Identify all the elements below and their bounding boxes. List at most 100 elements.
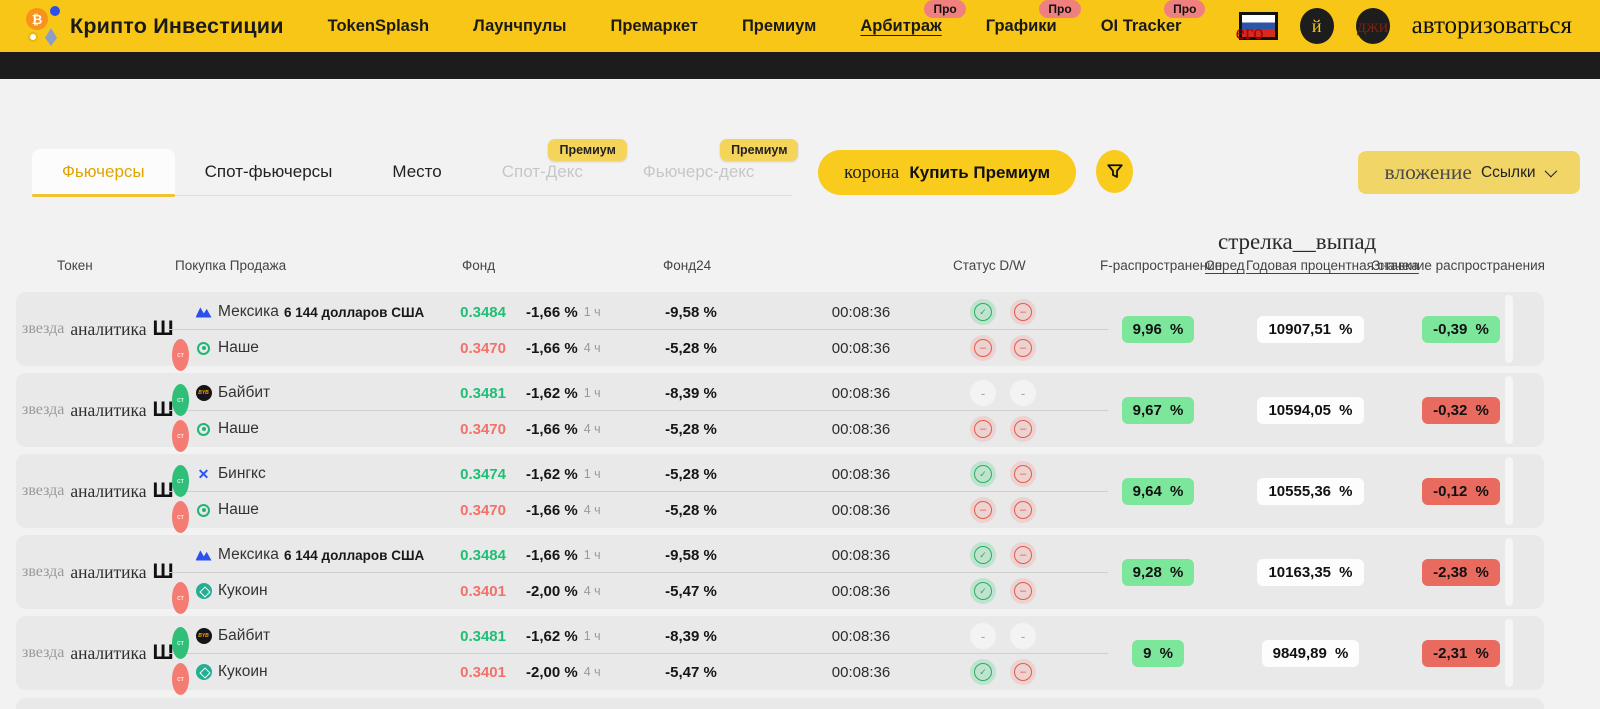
col-fund24: Фонд24 [663,258,711,273]
funding-24h: -8,39 % [616,377,766,409]
tab-spot-futures[interactable]: Спот-фьючерсы [175,149,363,195]
funding-interval: 1 ч [584,305,601,319]
token-icon: ст [172,420,189,452]
funding-rate: -1,66 %1 ч [526,296,601,328]
bitcoin-icon: ₿ [26,8,48,30]
brand-title[interactable]: Крипто Инвестиции [70,14,284,39]
apr-badge: 10594,05 % [1257,397,1363,424]
minus-status-icon [970,416,996,442]
arbitrage-row[interactable]: звезда аналитика Ш ст BYB Байбит 0.3481 … [16,373,1544,447]
token-icon: ст [172,663,189,695]
exchange-link[interactable]: Байбит [218,620,270,652]
pro-badge: Про [1039,0,1080,18]
arbitrage-row[interactable]: звезда аналитика Ш Мексика 6 144 долларо… [16,292,1544,366]
price-value: 0.3484 [396,539,506,571]
funding-interval: 1 ч [584,548,601,562]
links-dropdown[interactable]: вложение Ссылки [1358,151,1580,194]
ourbit-icon [195,332,212,364]
deposit-withdraw-status: -- [970,377,1036,409]
price-value: 0.3481 [396,377,506,409]
tab-futures[interactable]: Фьючерсы [32,149,175,195]
price-value: 0.3401 [396,656,506,688]
nav-item-premium[interactable]: Премиум [742,17,816,36]
apr-badge: 10907,51 % [1257,316,1363,343]
next-row-partial [16,698,1544,709]
exchange-link[interactable]: Байбит [218,377,270,409]
price-value: 0.3484 [396,296,506,328]
subrow-divider [168,653,1108,654]
funding-rate: -1,62 %1 ч [526,620,601,652]
token-icon: ст [172,582,189,614]
deposit-withdraw-status [970,458,1036,490]
exchange-link[interactable]: Мексика [218,296,279,328]
language-flag-icon[interactable]: его [1239,12,1278,40]
col-spread-value: Значение распространения [1372,258,1545,273]
funding-interval: 1 ч [584,467,601,481]
apr-badge: 10555,36 % [1257,478,1363,505]
f-spread-badge: 9,28 % [1122,559,1195,586]
tab-futures-dex[interactable]: Фьючерс-дексПремиум [613,149,785,195]
spread-value-badge: -2,38 % [1422,559,1500,586]
exchange-link[interactable]: Наше [218,494,259,526]
chevron-down-icon [1544,165,1557,178]
funding-rate: -1,66 %4 ч [526,494,601,526]
tab-spot-dex[interactable]: Спот-ДексПремиум [472,149,613,195]
minus-status-icon [970,497,996,523]
funding-24h: -5,47 % [616,656,766,688]
deposit-withdraw-status [970,332,1036,364]
col-spread[interactable]: Спред [1205,258,1245,273]
countdown-timer: 00:08:36 [791,620,931,652]
tab-spot[interactable]: Место [362,149,471,195]
exchange-link[interactable]: Бингкс [218,458,266,490]
exchange-link[interactable]: Наше [218,413,259,445]
funding-interval: 1 ч [584,629,601,643]
main-nav: TokenSplash Лаунчпулы Премаркет Премиум … [328,17,1182,36]
countdown-timer: 00:08:36 [791,539,931,571]
funding-rate: -1,62 %1 ч [526,458,601,490]
ourbit-icon [195,494,212,526]
minus-status-icon [1010,497,1036,523]
bybit-icon: BYB [195,377,212,409]
funding-24h: -9,58 % [616,539,766,571]
spread-value-badge: -0,39 % [1422,316,1500,343]
social-icon[interactable]: й [1300,8,1334,44]
social-icon[interactable]: джи [1356,8,1390,44]
exchange-link[interactable]: Мексика [218,539,279,571]
check-status-icon [970,542,996,568]
table-header: стрелка__выпад Токен Покупка Продажа Фон… [0,228,1600,288]
buy-premium-button[interactable]: корона Купить Премиум [818,150,1076,195]
arbitrage-row[interactable]: звезда аналитика Ш ст ✕ Бингкс 0.3474 -1… [16,454,1544,528]
login-button[interactable]: авторизоваться [1412,12,1572,40]
dash-status-icon: - [1010,380,1036,406]
nav-item-oi-tracker[interactable]: OI TrackerПро [1101,17,1182,36]
site-logo[interactable]: ₿ [24,6,60,46]
nav-item-tokensplash[interactable]: TokenSplash [328,17,429,36]
nav-item-launchpools[interactable]: Лаунчпулы [473,17,566,36]
mexc-icon [195,296,212,328]
exchange-link[interactable]: Кукоин [218,656,268,688]
crown-icon: корона [844,162,899,184]
ethereum-icon [45,28,57,46]
funding-24h: -8,39 % [616,620,766,652]
minus-status-icon [1010,659,1036,685]
minus-status-icon [1010,335,1036,361]
exchange-link[interactable]: Кукоин [218,575,268,607]
nav-item-charts[interactable]: ГрафикиПро [986,17,1057,36]
dropdown-arrow-alt[interactable]: стрелка__выпад [1218,229,1376,255]
coin-dot-icon [50,6,60,16]
attachment-icon: вложение [1384,160,1471,185]
col-f-spread: F-распространение [1100,258,1222,273]
filter-button[interactable] [1096,150,1133,193]
exchange-link[interactable]: Наше [218,332,259,364]
minus-status-icon [1010,578,1036,604]
funding-rate: -1,66 %4 ч [526,332,601,364]
funding-rate: -2,00 %4 ч [526,656,601,688]
arbitrage-row[interactable]: звезда аналитика Ш ст BYB Байбит 0.3481 … [16,616,1544,690]
nav-item-arbitrage[interactable]: АрбитражПро [860,17,941,36]
kucoin-icon [195,575,212,607]
nav-item-premarket[interactable]: Премаркет [610,17,697,36]
funding-interval: 4 ч [584,503,601,517]
dash-status-icon: - [1010,623,1036,649]
arbitrage-row[interactable]: звезда аналитика Ш Мексика 6 144 долларо… [16,535,1544,609]
funding-interval: 4 ч [584,584,601,598]
